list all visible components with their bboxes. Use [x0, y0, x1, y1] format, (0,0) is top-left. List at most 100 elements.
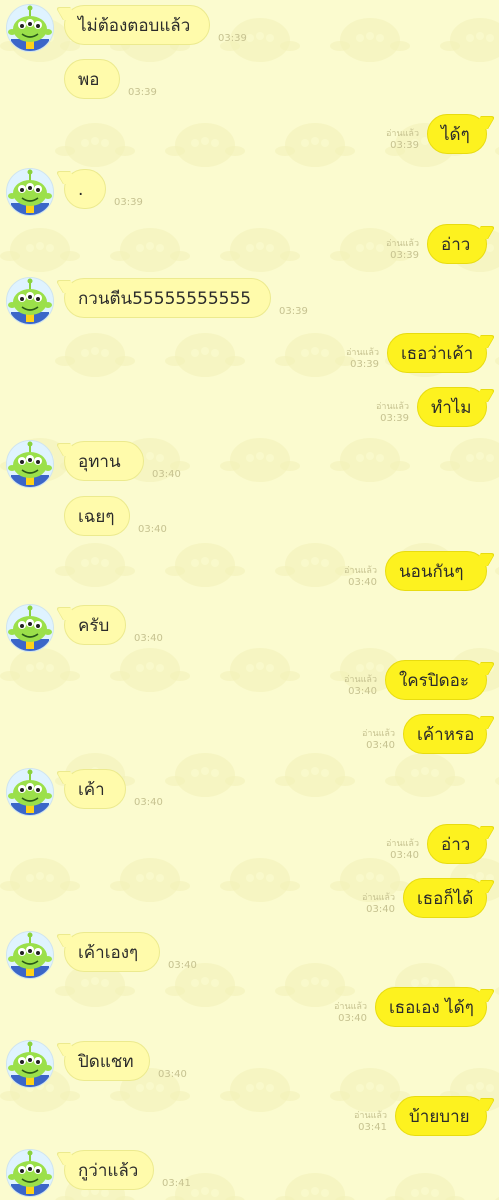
read-receipt-meta: อ่านแล้ว 03:39 — [319, 347, 379, 371]
read-status-label: อ่านแล้ว — [386, 839, 419, 849]
incoming-message-row: กูว่าแล้ว 03:41 — [0, 1149, 499, 1200]
message-timestamp: 03:40 — [134, 797, 163, 808]
contact-avatar[interactable] — [6, 604, 54, 652]
read-receipt-meta: อ่านแล้ว 03:40 — [317, 674, 377, 698]
outgoing-message-bubble[interactable]: เธอก็ได้ — [403, 878, 487, 918]
incoming-message-row: . 03:39 — [0, 168, 499, 219]
contact-avatar[interactable] — [6, 440, 54, 488]
chat-message-list[interactable]: ไม่ต้องตอบแล้ว 03:39 พอ 03:39 ได้ๆ อ่านแล้ว 03… — [0, 0, 499, 1200]
message-timestamp: 03:40 — [366, 740, 395, 751]
incoming-message-bubble[interactable]: ไม่ต้องตอบแล้ว — [64, 5, 210, 45]
read-receipt-meta: อ่านแล้ว 03:40 — [307, 1001, 367, 1025]
read-status-label: อ่านแล้ว — [386, 129, 419, 139]
message-timestamp: 03:39 — [218, 33, 247, 44]
outgoing-message-row: เค้าหรอ อ่านแล้ว 03:40 — [0, 714, 499, 764]
message-timestamp: 03:39 — [380, 413, 409, 424]
alien-avatar-icon — [7, 605, 53, 651]
incoming-message-bubble[interactable]: ปิดแชท — [64, 1041, 150, 1081]
contact-avatar[interactable] — [6, 277, 54, 325]
alien-avatar-icon — [7, 1150, 53, 1196]
read-receipt-meta: อ่านแล้ว 03:40 — [317, 565, 377, 589]
message-timestamp: 03:40 — [168, 960, 197, 971]
incoming-message-bubble[interactable]: เค้า — [64, 769, 126, 809]
outgoing-message-bubble[interactable]: เธอว่าเค้า — [387, 333, 487, 373]
incoming-message-bubble[interactable]: กวนตีน55555555555 — [64, 278, 271, 318]
outgoing-message-row: ทำไม อ่านแล้ว 03:39 — [0, 387, 499, 437]
message-timestamp: 03:40 — [390, 850, 419, 861]
incoming-message-bubble[interactable]: อุทาน — [64, 441, 144, 481]
outgoing-message-bubble[interactable]: ทำไม — [417, 387, 487, 427]
alien-avatar-icon — [7, 5, 53, 51]
alien-avatar-icon — [7, 1041, 53, 1087]
incoming-message-bubble[interactable]: กูว่าแล้ว — [64, 1150, 154, 1190]
read-status-label: อ่านแล้ว — [386, 239, 419, 249]
incoming-message-bubble[interactable]: . — [64, 169, 106, 209]
read-status-label: อ่านแล้ว — [376, 402, 409, 412]
alien-avatar-icon — [7, 441, 53, 487]
outgoing-message-row: บ้ายบาย อ่านแล้ว 03:41 — [0, 1096, 499, 1146]
message-timestamp: 03:40 — [348, 577, 377, 588]
contact-avatar[interactable] — [6, 4, 54, 52]
contact-avatar[interactable] — [6, 1149, 54, 1197]
alien-avatar-icon — [7, 169, 53, 215]
message-timestamp: 03:40 — [366, 904, 395, 915]
outgoing-message-bubble[interactable]: เธอเอง ได้ๆ — [375, 987, 487, 1027]
message-timestamp: 03:39 — [114, 197, 143, 208]
read-status-label: อ่านแล้ว — [346, 348, 379, 358]
outgoing-message-bubble[interactable]: เค้าหรอ — [403, 714, 487, 754]
outgoing-message-bubble[interactable]: อ่าว — [427, 224, 487, 264]
message-timestamp: 03:41 — [358, 1122, 387, 1133]
outgoing-message-bubble[interactable]: ใครปิดอะ — [385, 660, 487, 700]
contact-avatar[interactable] — [6, 168, 54, 216]
outgoing-message-row: อ่าว อ่านแล้ว 03:40 — [0, 824, 499, 874]
message-timestamp: 03:40 — [138, 524, 167, 535]
incoming-message-bubble[interactable]: ครับ — [64, 605, 126, 645]
message-timestamp: 03:39 — [390, 250, 419, 261]
incoming-message-row: ปิดแชท 03:40 — [0, 1040, 499, 1091]
read-status-label: อ่านแล้ว — [362, 893, 395, 903]
incoming-message-bubble[interactable]: เฉยๆ — [64, 496, 130, 536]
message-timestamp: 03:41 — [162, 1178, 191, 1189]
alien-avatar-icon — [7, 278, 53, 324]
outgoing-message-bubble[interactable]: นอนกันๆ — [385, 551, 487, 591]
outgoing-message-row: นอนกันๆ อ่านแล้ว 03:40 — [0, 551, 499, 601]
incoming-message-row: พอ 03:39 — [0, 59, 499, 109]
incoming-message-row: กวนตีน55555555555 03:39 — [0, 277, 499, 328]
message-timestamp: 03:40 — [158, 1069, 187, 1080]
contact-avatar[interactable] — [6, 768, 54, 816]
contact-avatar[interactable] — [6, 1040, 54, 1088]
message-timestamp: 03:40 — [348, 686, 377, 697]
incoming-message-row: ครับ 03:40 — [0, 604, 499, 655]
message-timestamp: 03:39 — [128, 87, 157, 98]
outgoing-message-row: อ่าว อ่านแล้ว 03:39 — [0, 224, 499, 274]
alien-avatar-icon — [7, 932, 53, 978]
outgoing-message-row: ใครปิดอะ อ่านแล้ว 03:40 — [0, 660, 499, 710]
read-receipt-meta: อ่านแล้ว 03:40 — [335, 892, 395, 916]
outgoing-message-row: เธอเอง ได้ๆ อ่านแล้ว 03:40 — [0, 987, 499, 1037]
message-timestamp: 03:40 — [338, 1013, 367, 1024]
read-status-label: อ่านแล้ว — [344, 566, 377, 576]
outgoing-message-row: เธอว่าเค้า อ่านแล้ว 03:39 — [0, 333, 499, 383]
outgoing-message-bubble[interactable]: อ่าว — [427, 824, 487, 864]
incoming-message-row: เค้าเองๆ 03:40 — [0, 931, 499, 982]
incoming-message-row: เฉยๆ 03:40 — [0, 496, 499, 546]
read-receipt-meta: อ่านแล้ว 03:39 — [359, 238, 419, 262]
message-timestamp: 03:40 — [152, 469, 181, 480]
read-receipt-meta: อ่านแล้ว 03:41 — [327, 1110, 387, 1134]
read-status-label: อ่านแล้ว — [334, 1002, 367, 1012]
contact-avatar[interactable] — [6, 931, 54, 979]
message-timestamp: 03:39 — [279, 306, 308, 317]
read-receipt-meta: อ่านแล้ว 03:39 — [349, 401, 409, 425]
incoming-message-bubble[interactable]: พอ — [64, 59, 120, 99]
outgoing-message-row: ได้ๆ อ่านแล้ว 03:39 — [0, 114, 499, 164]
incoming-message-bubble[interactable]: เค้าเองๆ — [64, 932, 160, 972]
incoming-message-row: ไม่ต้องตอบแล้ว 03:39 — [0, 4, 499, 55]
incoming-message-row: อุทาน 03:40 — [0, 440, 499, 491]
message-timestamp: 03:39 — [350, 359, 379, 370]
message-timestamp: 03:40 — [134, 633, 163, 644]
read-receipt-meta: อ่านแล้ว 03:40 — [335, 728, 395, 752]
read-status-label: อ่านแล้ว — [344, 675, 377, 685]
read-receipt-meta: อ่านแล้ว 03:40 — [359, 838, 419, 862]
outgoing-message-bubble[interactable]: ได้ๆ — [427, 114, 487, 154]
outgoing-message-bubble[interactable]: บ้ายบาย — [395, 1096, 487, 1136]
